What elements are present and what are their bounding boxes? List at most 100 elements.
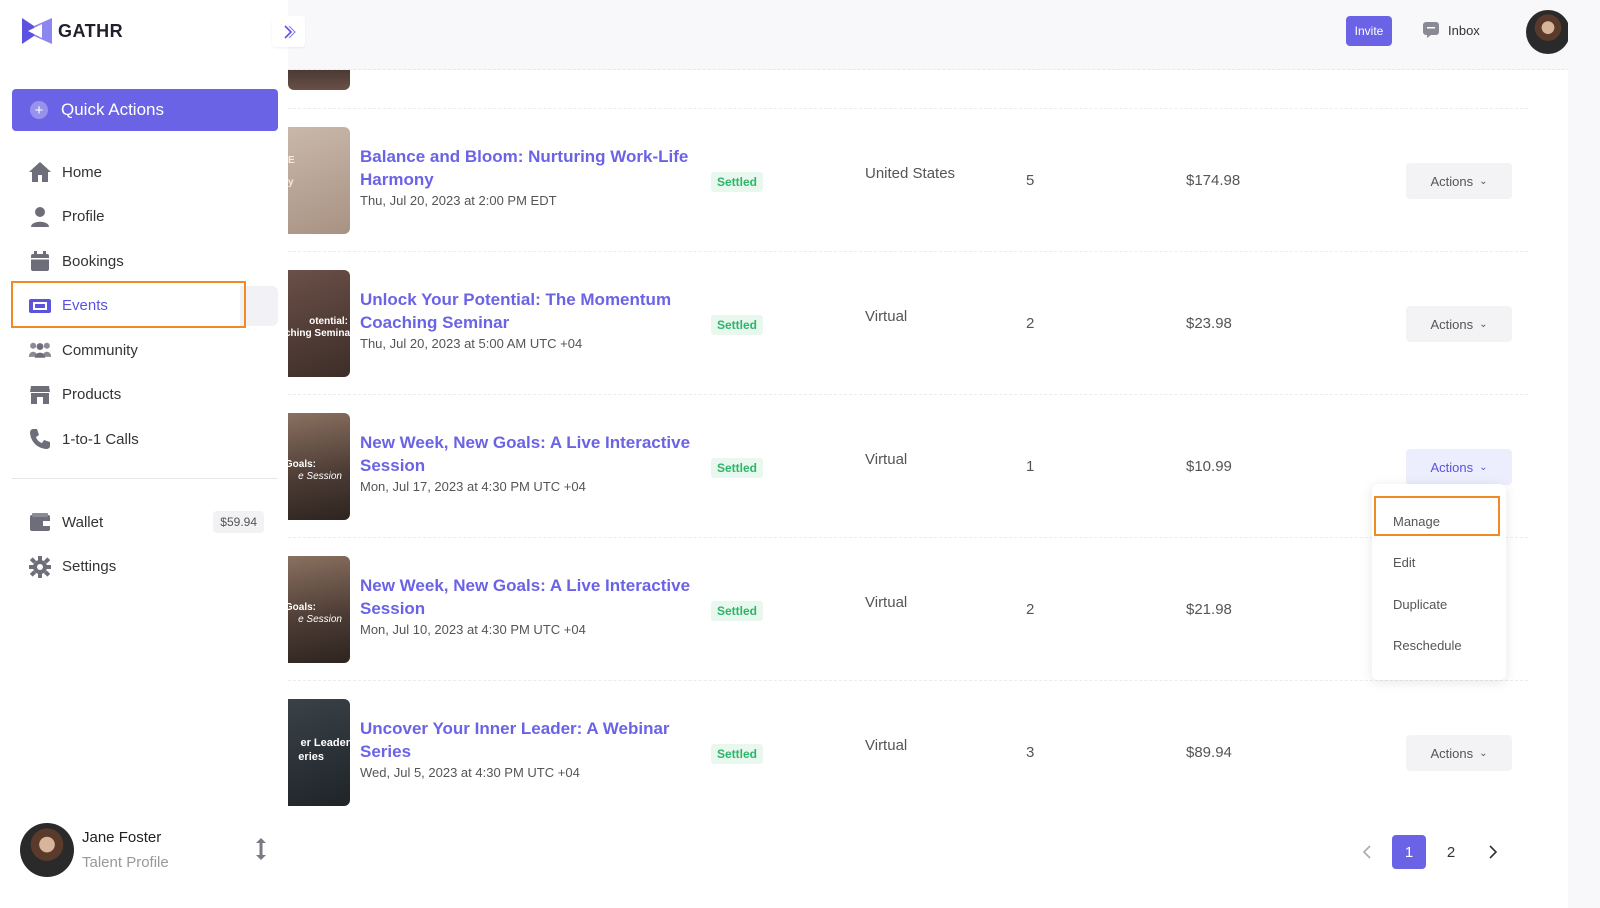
- sidebar-item-label: Home: [62, 163, 103, 181]
- status-badge: Settled: [711, 315, 764, 335]
- home-icon: [28, 160, 52, 184]
- event-location: Virtual: [865, 308, 908, 325]
- invite-button[interactable]: Invite: [1346, 16, 1392, 46]
- event-location: Virtual: [865, 737, 908, 754]
- right-gutter: [1568, 0, 1600, 908]
- event-thumbnail[interactable]: E y: [288, 127, 350, 234]
- menu-item-reschedule[interactable]: Reschedule: [1393, 638, 1462, 653]
- sidebar-item-label: Products: [62, 386, 122, 404]
- event-quantity: 2: [1026, 315, 1035, 332]
- sidebar-item-label: Wallet: [62, 513, 104, 531]
- event-date: Wed, Jul 5, 2023 at 4:30 PM UTC +04: [360, 765, 580, 780]
- sidebar-item-profile[interactable]: Profile: [0, 195, 288, 240]
- event-title-link[interactable]: Balance and Bloom: Nurturing Work-Life H…: [360, 145, 700, 191]
- event-quantity: 1: [1026, 458, 1035, 475]
- actions-button[interactable]: Actions ⌄: [1406, 306, 1512, 342]
- event-quantity: 5: [1026, 172, 1035, 189]
- actions-label: Actions: [1430, 173, 1474, 189]
- actions-label: Actions: [1430, 459, 1474, 475]
- event-location: Virtual: [865, 594, 908, 611]
- chevron-down-icon: ⌄: [1479, 747, 1488, 759]
- event-date: Thu, Jul 20, 2023 at 2:00 PM EDT: [360, 193, 557, 208]
- calendar-icon: [28, 249, 52, 273]
- plus-icon: +: [30, 101, 48, 119]
- event-title-link[interactable]: Unlock Your Potential: The Momentum Coac…: [360, 288, 700, 334]
- thumbnail-text: Goals:: [288, 459, 316, 470]
- table-row: E y Balance and Bloom: Nurturing Work-Li…: [288, 108, 1528, 251]
- event-title-link[interactable]: New Week, New Goals: A Live Interactive …: [360, 574, 700, 620]
- actions-label: Actions: [1430, 316, 1474, 332]
- store-icon: [28, 383, 52, 407]
- thumbnail-text: y: [288, 177, 294, 188]
- event-thumbnail[interactable]: Goals: e Session: [288, 556, 350, 663]
- avatar[interactable]: [1526, 10, 1570, 54]
- table-row: otential: ching Semina Unlock Your Poten…: [288, 251, 1528, 394]
- event-quantity: 2: [1026, 601, 1035, 618]
- actions-button[interactable]: Actions ⌄: [1406, 735, 1512, 771]
- chevron-down-icon: ⌄: [1479, 318, 1488, 330]
- sidebar-divider: [12, 478, 278, 479]
- sidebar-item-products[interactable]: Products: [0, 373, 288, 418]
- sidebar-item-home[interactable]: Home: [0, 150, 288, 195]
- page-button-2[interactable]: 2: [1434, 835, 1468, 869]
- event-location: Virtual: [865, 451, 908, 468]
- page-button-1[interactable]: 1: [1392, 835, 1426, 869]
- menu-item-manage[interactable]: Manage: [1393, 514, 1440, 529]
- event-amount: $174.98: [1186, 172, 1241, 189]
- status-badge: Settled: [711, 172, 764, 192]
- menu-item-edit[interactable]: Edit: [1393, 555, 1415, 570]
- event-title-link[interactable]: New Week, New Goals: A Live Interactive …: [360, 431, 700, 477]
- table-row: er Leader eries Uncover Your Inner Leade…: [288, 680, 1528, 823]
- brand-name: GATHR: [58, 20, 124, 41]
- wallet-icon: [28, 510, 52, 534]
- thumbnail-text: eries: [298, 751, 324, 763]
- next-page-button[interactable]: [1476, 835, 1510, 869]
- status-badge: Settled: [711, 601, 764, 621]
- event-amount: $21.98: [1186, 601, 1232, 618]
- events-list: E y Balance and Bloom: Nurturing Work-Li…: [288, 70, 1568, 908]
- thumbnail-text: er Leader: [300, 737, 350, 749]
- menu-item-duplicate[interactable]: Duplicate: [1393, 597, 1447, 612]
- topbar: Invite Inbox: [288, 0, 1600, 70]
- event-thumbnail[interactable]: Goals: e Session: [288, 413, 350, 520]
- swap-vertical-icon[interactable]: [254, 837, 268, 866]
- table-row: Goals: e Session New Week, New Goals: A …: [288, 537, 1528, 680]
- gathr-logo-icon: [22, 18, 52, 44]
- prev-page-button[interactable]: [1350, 835, 1384, 869]
- thumbnail-text: Goals:: [288, 602, 316, 613]
- sidebar-item-label: 1-to-1 Calls: [62, 430, 139, 448]
- quick-actions-label: Quick Actions: [61, 100, 164, 119]
- chevron-down-icon: ⌄: [1479, 461, 1488, 473]
- user-profile-switcher[interactable]: Jane Foster Talent Profile: [20, 821, 276, 879]
- brand-logo[interactable]: GATHR: [20, 16, 123, 46]
- status-badge: Settled: [711, 744, 764, 764]
- wallet-balance-badge: $59.94: [213, 511, 264, 534]
- sidebar-item-label: Settings: [62, 558, 117, 576]
- sidebar-item-wallet[interactable]: Wallet $59.94: [0, 500, 288, 545]
- chevron-down-icon: ⌄: [1479, 175, 1488, 187]
- sidebar-item-community[interactable]: Community: [0, 328, 288, 373]
- thumbnail-text: E: [288, 155, 295, 166]
- event-date: Mon, Jul 17, 2023 at 4:30 PM UTC +04: [360, 479, 586, 494]
- actions-button[interactable]: Actions ⌄: [1406, 449, 1512, 485]
- sidebar-item-label: Profile: [62, 208, 105, 226]
- sidebar-secondary-nav: Wallet $59.94 Settings: [0, 500, 288, 589]
- chat-icon: [1423, 22, 1439, 38]
- event-quantity: 3: [1026, 744, 1035, 761]
- event-title-link[interactable]: Uncover Your Inner Leader: A Webinar Ser…: [360, 717, 700, 763]
- event-thumbnail: [288, 70, 350, 90]
- status-badge: Settled: [711, 458, 764, 478]
- event-location: United States: [865, 165, 956, 182]
- inbox-button[interactable]: Inbox: [1422, 21, 1480, 39]
- sidebar-item-settings[interactable]: Settings: [0, 545, 288, 590]
- sidebar-item-bookings[interactable]: Bookings: [0, 239, 288, 284]
- sidebar-item-calls[interactable]: 1-to-1 Calls: [0, 417, 288, 462]
- event-date: Mon, Jul 10, 2023 at 4:30 PM UTC +04: [360, 622, 586, 637]
- sidebar: GATHR + Quick Actions Home Profile Booki…: [0, 0, 288, 908]
- event-date: Thu, Jul 20, 2023 at 5:00 AM UTC +04: [360, 336, 583, 351]
- quick-actions-button[interactable]: + Quick Actions: [12, 89, 278, 131]
- event-thumbnail[interactable]: otential: ching Semina: [288, 270, 350, 377]
- actions-button[interactable]: Actions ⌄: [1406, 163, 1512, 199]
- users-icon: [28, 338, 52, 362]
- event-thumbnail[interactable]: er Leader eries: [288, 699, 350, 806]
